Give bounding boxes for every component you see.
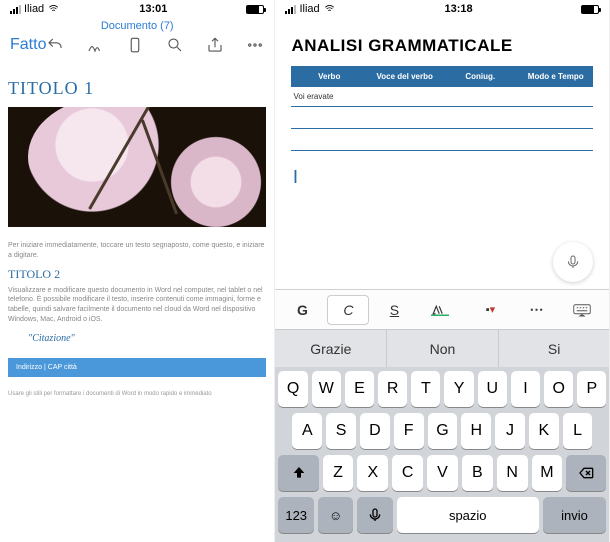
more-icon[interactable] xyxy=(246,36,264,54)
cell-modo[interactable] xyxy=(518,87,594,106)
key-f[interactable]: F xyxy=(394,413,424,449)
underline-button[interactable]: S xyxy=(373,295,415,325)
key-q[interactable]: Q xyxy=(278,371,307,407)
address-bar[interactable]: Indirizzo | CAP città xyxy=(8,358,266,377)
key-p[interactable]: P xyxy=(577,371,606,407)
heading-2[interactable]: TITOLO 2 xyxy=(8,267,266,282)
paragraph-2[interactable]: Visualizzare e modificare questo documen… xyxy=(8,286,266,325)
draw-icon[interactable] xyxy=(86,36,104,54)
carrier-label: Iliad xyxy=(299,3,319,15)
signal-icon xyxy=(285,5,296,14)
status-bar: Iliad 13:18 xyxy=(275,0,609,18)
key-x[interactable]: X xyxy=(357,455,388,491)
key-123[interactable]: 123 xyxy=(278,497,313,533)
kb-row-1: Q W E R T Y U I O P xyxy=(278,371,606,407)
key-v[interactable]: V xyxy=(427,455,458,491)
document-canvas[interactable]: TITOLO 1 Per iniziare immediatamente, to… xyxy=(0,62,274,542)
phone-right: Iliad 13:18 ANALISI GRAMMATICALE Verbo V… xyxy=(275,0,610,542)
suggestion-1[interactable]: Grazie xyxy=(275,330,387,367)
reading-view-icon[interactable] xyxy=(126,36,144,54)
key-c[interactable]: C xyxy=(392,455,423,491)
key-l[interactable]: L xyxy=(563,413,593,449)
key-g[interactable]: G xyxy=(428,413,458,449)
highlight-button[interactable] xyxy=(419,295,461,325)
key-backspace[interactable] xyxy=(566,455,606,491)
key-h[interactable]: H xyxy=(461,413,491,449)
key-enter[interactable]: invio xyxy=(543,497,607,533)
key-i[interactable]: I xyxy=(511,371,540,407)
status-bar: Iliad 13:01 xyxy=(0,0,274,18)
key-j[interactable]: J xyxy=(495,413,525,449)
battery-icon xyxy=(581,5,599,14)
key-r[interactable]: R xyxy=(378,371,407,407)
cell-coniug[interactable] xyxy=(442,87,518,106)
key-a[interactable]: A xyxy=(292,413,322,449)
search-icon[interactable] xyxy=(166,36,184,54)
key-t[interactable]: T xyxy=(411,371,440,407)
kb-row-3: Z X C V B N M xyxy=(278,455,606,491)
key-s[interactable]: S xyxy=(326,413,356,449)
key-o[interactable]: O xyxy=(544,371,573,407)
key-d[interactable]: D xyxy=(360,413,390,449)
table-row[interactable] xyxy=(291,129,593,151)
format-toolbar: G C S ▪▾ ⋯ xyxy=(275,289,609,329)
col-modo: Modo e Tempo xyxy=(518,66,594,87)
wifi-icon xyxy=(323,4,336,14)
suggestion-bar: Grazie Non Si xyxy=(275,329,609,367)
table-row[interactable] xyxy=(291,107,593,129)
clock: 13:01 xyxy=(139,3,167,15)
key-m[interactable]: M xyxy=(532,455,563,491)
undo-icon[interactable] xyxy=(46,36,64,54)
suggestion-2[interactable]: Non xyxy=(387,330,499,367)
footer-note: Usare gli stili per formattare i documen… xyxy=(8,391,266,397)
key-k[interactable]: K xyxy=(529,413,559,449)
col-voce: Voce del verbo xyxy=(367,66,443,87)
cell-verbo[interactable]: Voi eravate xyxy=(291,87,367,106)
key-space[interactable]: spazio xyxy=(397,497,539,533)
key-w[interactable]: W xyxy=(312,371,341,407)
font-color-button[interactable]: ▪▾ xyxy=(469,295,511,325)
italic-button[interactable]: C xyxy=(327,295,369,325)
signal-icon xyxy=(10,5,21,14)
keyboard: Q W E R T Y U I O P A S D F G H J K L Z … xyxy=(275,367,609,542)
carrier-label: Iliad xyxy=(24,3,44,15)
kb-row-2: A S D F G H J K L xyxy=(278,413,606,449)
key-y[interactable]: Y xyxy=(444,371,473,407)
cell-voce[interactable] xyxy=(367,87,443,106)
phone-left: Iliad 13:01 Documento (7) Fatto TITOLO 1… xyxy=(0,0,275,542)
key-e[interactable]: E xyxy=(345,371,374,407)
col-coniug: Coniug. xyxy=(442,66,518,87)
toolbar: Fatto xyxy=(0,32,274,62)
page-title[interactable]: ANALISI GRAMMATICALE xyxy=(291,36,593,56)
key-n[interactable]: N xyxy=(497,455,528,491)
key-mic[interactable] xyxy=(357,497,392,533)
heading-1[interactable]: TITOLO 1 xyxy=(8,78,266,99)
paragraph-1[interactable]: Per iniziare immediatamente, toccare un … xyxy=(8,241,266,261)
placeholder-image[interactable] xyxy=(8,107,266,227)
document-title[interactable]: Documento (7) xyxy=(0,18,274,32)
keyboard-toggle-icon[interactable] xyxy=(561,295,603,325)
key-z[interactable]: Z xyxy=(323,455,354,491)
wifi-icon xyxy=(47,4,60,14)
quote-text[interactable]: "Citazione" xyxy=(28,333,266,344)
bold-button[interactable]: G xyxy=(281,295,323,325)
text-cursor: | xyxy=(293,167,593,183)
table-row[interactable]: Voi eravate xyxy=(291,87,593,107)
suggestion-3[interactable]: Si xyxy=(499,330,610,367)
key-b[interactable]: B xyxy=(462,455,493,491)
table-header: Verbo Voce del verbo Coniug. Modo e Temp… xyxy=(291,66,593,87)
battery-icon xyxy=(246,5,264,14)
col-verbo: Verbo xyxy=(291,66,367,87)
key-u[interactable]: U xyxy=(478,371,507,407)
kb-row-4: 123 ☺ spazio invio xyxy=(278,497,606,533)
key-shift[interactable] xyxy=(278,455,318,491)
key-emoji[interactable]: ☺ xyxy=(318,497,353,533)
done-button[interactable]: Fatto xyxy=(10,36,46,54)
more-format-icon[interactable]: ⋯ xyxy=(515,295,557,325)
share-icon[interactable] xyxy=(206,36,224,54)
clock: 13:18 xyxy=(444,3,472,15)
